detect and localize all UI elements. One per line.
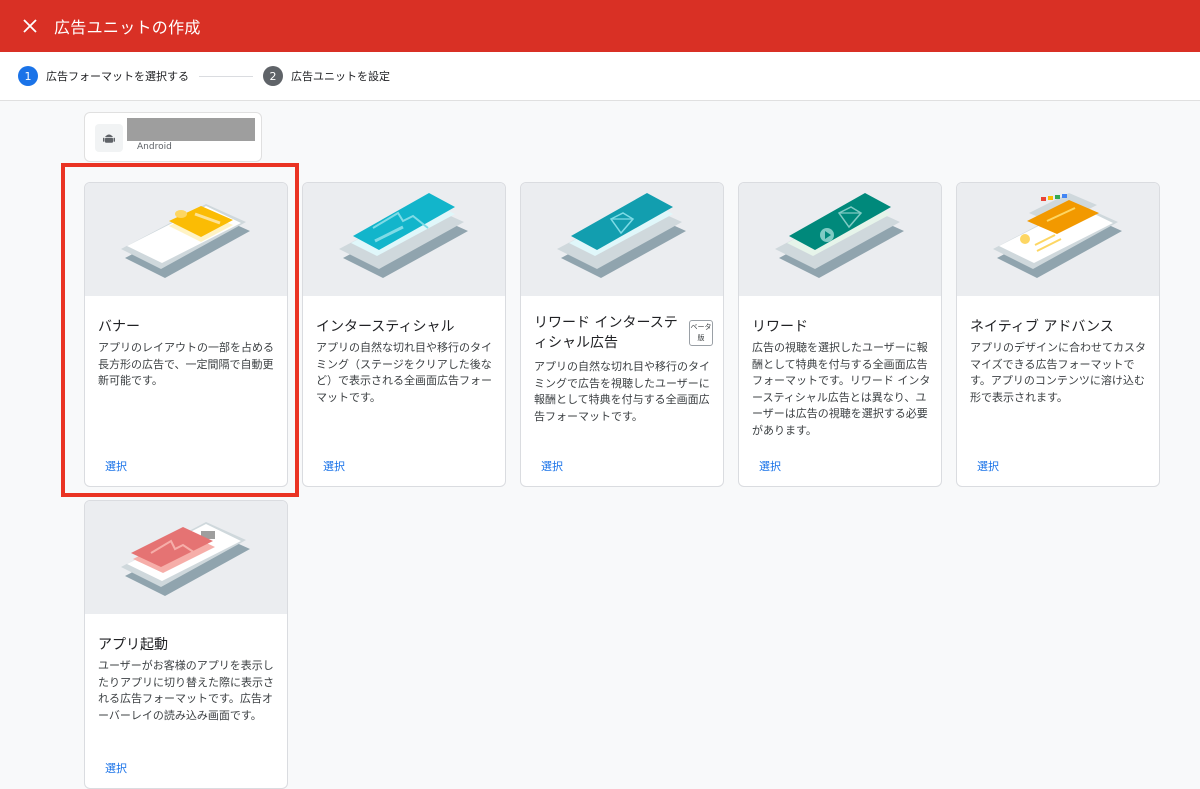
- format-description: アプリのデザインに合わせてカスタマイズできる広告フォーマットです。アプリのコンテ…: [970, 341, 1146, 404]
- format-title: ネイティブ アドバンス: [970, 319, 1114, 335]
- native-advanced-illustration: [957, 183, 1159, 296]
- step-configure-ad-unit[interactable]: 2 広告ユニットを設定: [263, 66, 390, 86]
- banner-illustration: [85, 183, 287, 296]
- format-card-rewarded-interstitial[interactable]: リワード インタースティシャル広告 ベータ版 アプリの自然な切れ目や移行のタイミ…: [520, 182, 724, 487]
- format-card-interstitial[interactable]: インタースティシャル アプリの自然な切れ目や移行のタイミング（ステージをクリアし…: [302, 182, 506, 487]
- app-platform: Android: [137, 142, 172, 152]
- select-button[interactable]: 選択: [105, 458, 127, 474]
- step-number: 1: [18, 66, 38, 86]
- step-number: 2: [263, 66, 283, 86]
- format-description: アプリの自然な切れ目や移行のタイミングで広告を視聴したユーザーに報酬として特典を…: [534, 360, 710, 423]
- app-name-redacted: [127, 118, 255, 141]
- step-label: 広告ユニットを設定: [291, 70, 390, 83]
- format-description: 広告の視聴を選択したユーザーに報酬として特典を付与する全画面広告フォーマットです…: [752, 341, 931, 437]
- format-card-banner[interactable]: バナー アプリのレイアウトの一部を占める長方形の広告で、一定間隔で自動更新可能で…: [84, 182, 288, 487]
- page-title: 広告ユニットの作成: [54, 18, 201, 37]
- format-title: バナー: [98, 319, 140, 335]
- app-open-illustration: [85, 501, 287, 614]
- android-icon: [95, 124, 123, 152]
- select-button[interactable]: 選択: [977, 458, 999, 474]
- top-app-bar: 広告ユニットの作成: [0, 0, 1200, 52]
- select-button[interactable]: 選択: [541, 458, 563, 474]
- step-connector: [199, 75, 253, 77]
- select-button[interactable]: 選択: [105, 760, 127, 776]
- format-card-app-open[interactable]: アプリ起動 ユーザーがお客様のアプリを表示したりアプリに切り替えた際に表示される…: [84, 500, 288, 789]
- format-description: ユーザーがお客様のアプリを表示したりアプリに切り替えた際に表示される広告フォーマ…: [98, 659, 274, 722]
- rewarded-illustration: [739, 183, 941, 296]
- rewarded-interstitial-illustration: [521, 183, 723, 296]
- format-description: アプリのレイアウトの一部を占める長方形の広告で、一定間隔で自動更新可能です。: [98, 341, 274, 387]
- format-title: リワード: [752, 319, 808, 335]
- beta-badge: ベータ版: [689, 320, 713, 346]
- format-description: アプリの自然な切れ目や移行のタイミング（ステージをクリアした後など）で表示される…: [316, 341, 492, 404]
- step-label: 広告フォーマットを選択する: [46, 70, 189, 83]
- close-icon[interactable]: [20, 16, 40, 36]
- stepper: 1 広告フォーマットを選択する 2 広告ユニットを設定: [0, 52, 1200, 101]
- format-card-rewarded[interactable]: リワード 広告の視聴を選択したユーザーに報酬として特典を付与する全画面広告フォー…: [738, 182, 942, 487]
- app-chip: Android: [84, 112, 262, 162]
- format-title: インタースティシャル: [316, 319, 455, 335]
- step-select-format[interactable]: 1 広告フォーマットを選択する: [18, 66, 189, 86]
- format-card-native-advanced[interactable]: ネイティブ アドバンス アプリのデザインに合わせてカスタマイズできる広告フォーマ…: [956, 182, 1160, 487]
- select-button[interactable]: 選択: [759, 458, 781, 474]
- interstitial-illustration: [303, 183, 505, 296]
- format-title: リワード インタースティシャル広告: [534, 315, 678, 351]
- format-title: アプリ起動: [98, 637, 168, 653]
- select-button[interactable]: 選択: [323, 458, 345, 474]
